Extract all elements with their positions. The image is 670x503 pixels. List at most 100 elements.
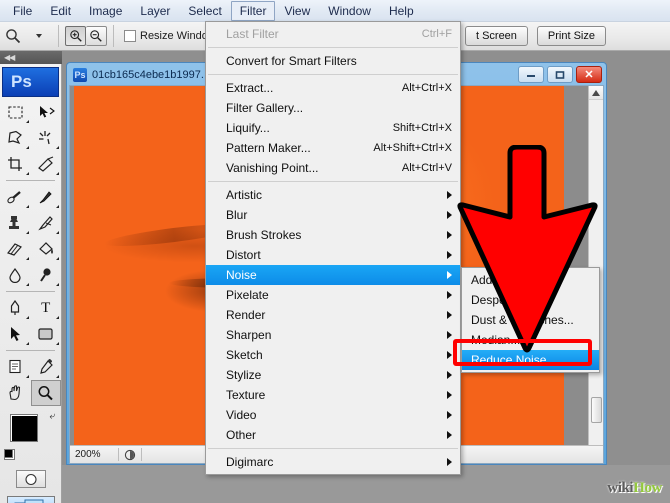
submenu-arrow-icon <box>447 331 452 339</box>
menuitem-digimarc[interactable]: Digimarc <box>206 452 460 472</box>
menu-edit[interactable]: Edit <box>41 1 80 21</box>
move-tool-icon[interactable] <box>31 99 62 125</box>
submenu-arrow-icon <box>447 411 452 419</box>
filter-dropdown-menu: Last Filter Ctrl+F Convert for Smart Fil… <box>205 21 461 475</box>
red-down-arrow <box>457 145 598 353</box>
path-selection-tool-icon[interactable] <box>0 321 31 347</box>
menuitem-stylize[interactable]: Stylize <box>206 365 460 385</box>
foreground-color-swatch[interactable] <box>10 414 38 442</box>
close-icon[interactable]: ✕ <box>576 66 602 83</box>
menu-separator <box>208 181 458 182</box>
menu-file[interactable]: File <box>4 1 41 21</box>
menuitem-brush-strokes[interactable]: Brush Strokes <box>206 225 460 245</box>
print-size-button[interactable]: Print Size <box>536 26 606 46</box>
photoshop-window: File Edit Image Layer Select Filter View… <box>0 0 670 503</box>
menuitem-liquify[interactable]: Liquify... Shift+Ctrl+X <box>206 118 460 138</box>
menuitem-shortcut: Alt+Ctrl+V <box>401 162 452 174</box>
menu-select[interactable]: Select <box>179 1 230 21</box>
menuitem-extract[interactable]: Extract... Alt+Ctrl+X <box>206 78 460 98</box>
menuitem-distort[interactable]: Distort <box>206 245 460 265</box>
quick-mask-icon[interactable] <box>15 470 46 488</box>
menuitem-last-filter[interactable]: Last Filter Ctrl+F <box>206 24 460 44</box>
submenu-arrow-icon <box>447 351 452 359</box>
eraser-tool-icon[interactable] <box>0 236 31 262</box>
menu-view[interactable]: View <box>275 1 319 21</box>
menu-window[interactable]: Window <box>319 1 380 21</box>
menu-separator <box>208 74 458 75</box>
menuitem-pixelate[interactable]: Pixelate <box>206 285 460 305</box>
pen-tool-icon[interactable] <box>0 295 31 321</box>
zoom-out-icon[interactable] <box>86 26 107 46</box>
healing-brush-tool-icon[interactable] <box>0 184 31 210</box>
menuitem-label: Pixelate <box>226 288 269 302</box>
menuitem-sketch[interactable]: Sketch <box>206 345 460 365</box>
zoom-in-icon[interactable] <box>65 26 86 46</box>
menu-image[interactable]: Image <box>80 1 131 21</box>
window-controls: ✕ <box>518 66 602 83</box>
menu-bar: File Edit Image Layer Select Filter View… <box>0 0 670 22</box>
menuitem-texture[interactable]: Texture <box>206 385 460 405</box>
clone-stamp-tool-icon[interactable] <box>0 210 31 236</box>
screen-mode-icon[interactable] <box>6 496 55 503</box>
menu-separator <box>208 47 458 48</box>
preview-icon[interactable] <box>119 449 141 461</box>
zoom-tool-icon[interactable] <box>0 25 26 47</box>
default-colors-icon[interactable] <box>4 449 15 460</box>
divider <box>113 25 114 47</box>
toolbox-drag-handle[interactable]: ◀◀ <box>0 51 62 64</box>
menuitem-blur[interactable]: Blur <box>206 205 460 225</box>
magic-wand-tool-icon[interactable] <box>31 125 62 151</box>
lasso-tool-icon[interactable] <box>0 125 31 151</box>
history-brush-tool-icon[interactable] <box>31 210 62 236</box>
slice-tool-icon[interactable] <box>31 151 62 177</box>
menuitem-shortcut: Ctrl+F <box>421 28 452 40</box>
type-tool-icon[interactable]: T <box>31 295 62 321</box>
scroll-up-arrow-icon[interactable] <box>589 86 603 100</box>
fit-screen-button[interactable]: t Screen <box>464 26 528 46</box>
submenu-arrow-icon <box>447 231 452 239</box>
paint-bucket-tool-icon[interactable] <box>31 236 62 262</box>
menuitem-filter-gallery[interactable]: Filter Gallery... <box>206 98 460 118</box>
brush-tool-icon[interactable] <box>31 184 62 210</box>
zoom-level-field[interactable]: 200% <box>70 449 118 460</box>
minimize-icon[interactable] <box>518 66 544 83</box>
zoom-tool-icon-selected[interactable] <box>30 380 61 406</box>
submenu-arrow-icon <box>447 371 452 379</box>
chevron-down-icon[interactable] <box>26 25 52 47</box>
dodge-tool-icon[interactable] <box>31 262 62 288</box>
menuitem-artistic[interactable]: Artistic <box>206 185 460 205</box>
menuitem-vanishing-point[interactable]: Vanishing Point... Alt+Ctrl+V <box>206 158 460 178</box>
swap-colors-icon[interactable]: ⤶ <box>49 411 55 422</box>
menu-filter[interactable]: Filter <box>230 0 276 21</box>
collapse-arrows-icon[interactable]: ◀◀ <box>0 51 62 64</box>
tool-grid-vector: T <box>0 295 61 347</box>
wikihow-watermark: wikiHow <box>607 480 662 497</box>
menu-layer[interactable]: Layer <box>131 1 179 21</box>
tool-grid-selection <box>0 99 61 177</box>
marquee-tool-icon[interactable] <box>0 99 31 125</box>
crop-tool-icon[interactable] <box>0 151 31 177</box>
divider <box>6 350 55 351</box>
menuitem-noise[interactable]: Noise <box>206 265 460 285</box>
menuitem-other[interactable]: Other <box>206 425 460 445</box>
menu-separator <box>208 448 458 449</box>
menuitem-label: Other <box>226 428 257 442</box>
scrollbar-thumb[interactable] <box>591 397 602 423</box>
blur-tool-icon[interactable] <box>0 262 31 288</box>
menuitem-pattern-maker[interactable]: Pattern Maker... Alt+Shift+Ctrl+X <box>206 138 460 158</box>
menuitem-convert-smart-filters[interactable]: Convert for Smart Filters <box>206 51 460 71</box>
menuitem-shortcut: Shift+Ctrl+X <box>392 122 452 134</box>
menuitem-label: Noise <box>226 268 257 282</box>
menuitem-sharpen[interactable]: Sharpen <box>206 325 460 345</box>
shape-tool-icon[interactable] <box>31 321 62 347</box>
notes-tool-icon[interactable] <box>0 354 31 380</box>
checkbox-box[interactable] <box>124 30 136 42</box>
eyedropper-tool-icon[interactable] <box>31 354 62 380</box>
maximize-icon[interactable] <box>547 66 573 83</box>
divider <box>58 25 59 47</box>
hand-tool-icon[interactable] <box>0 380 31 406</box>
menuitem-render[interactable]: Render <box>206 305 460 325</box>
menuitem-label: Convert for Smart Filters <box>226 54 357 68</box>
menuitem-video[interactable]: Video <box>206 405 460 425</box>
menu-help[interactable]: Help <box>380 1 423 21</box>
